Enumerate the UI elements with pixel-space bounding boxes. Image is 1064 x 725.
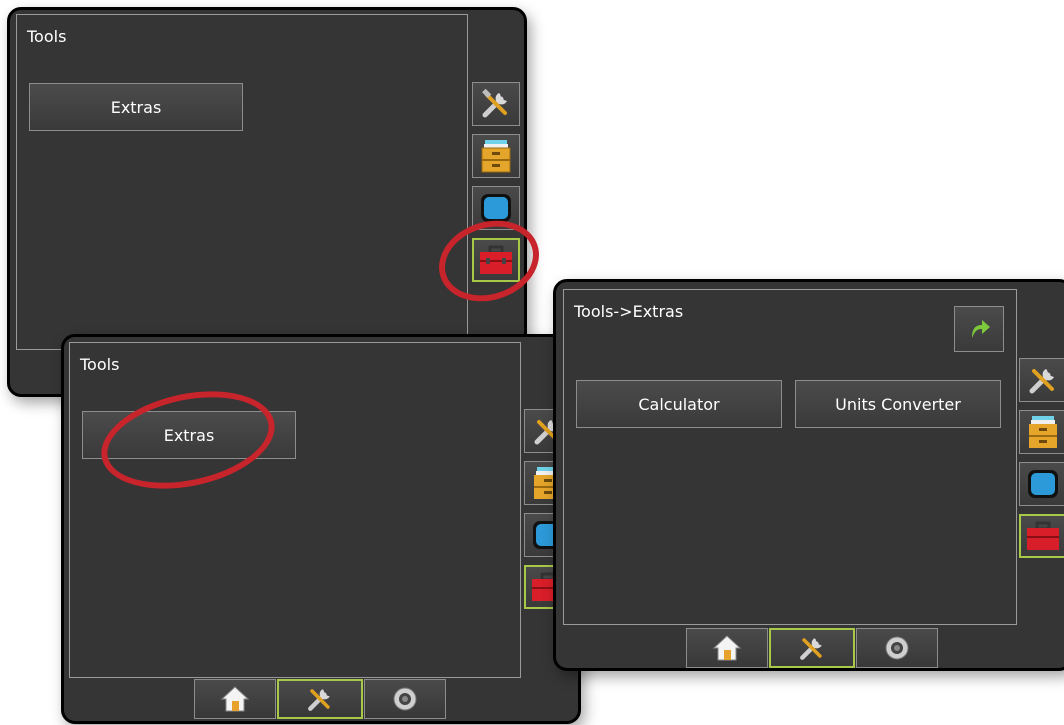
- tools-tab-button[interactable]: [472, 82, 520, 126]
- tab-tools[interactable]: [769, 628, 855, 668]
- page-title: Tools: [80, 355, 120, 374]
- main-panel: Tools Extras: [16, 14, 468, 350]
- page-title: Tools: [27, 27, 67, 46]
- calculator-button[interactable]: Calculator: [576, 380, 782, 428]
- toolbox-tab-button[interactable]: [1019, 514, 1064, 558]
- tab-home[interactable]: [686, 628, 768, 668]
- home-icon: [712, 635, 742, 661]
- tools-icon: [482, 88, 507, 118]
- tools-icon: [308, 689, 330, 711]
- main-panel: Tools->Extras Calculator Units Converter: [563, 289, 1017, 625]
- units-converter-button[interactable]: Units Converter: [795, 380, 1001, 428]
- data-tab-button[interactable]: [1019, 410, 1064, 454]
- tab-tools[interactable]: [277, 679, 363, 719]
- tab-camera[interactable]: [856, 628, 938, 668]
- tab-home[interactable]: [194, 679, 276, 719]
- home-icon: [220, 686, 250, 712]
- tools-screen-2: Tools Extras: [61, 334, 581, 724]
- display-tab-button[interactable]: [1019, 462, 1064, 506]
- extras-button[interactable]: Extras: [29, 83, 243, 131]
- monitor-icon: [481, 194, 511, 222]
- data-tab-button[interactable]: [472, 134, 520, 178]
- back-arrow-icon: [972, 320, 990, 338]
- extras-screen: Tools->Extras Calculator Units Converter: [553, 279, 1064, 671]
- camera-icon: [885, 636, 909, 660]
- tools-icon: [800, 638, 822, 660]
- toolbox-icon: [1027, 521, 1059, 550]
- back-button[interactable]: [954, 306, 1004, 352]
- tab-camera[interactable]: [364, 679, 446, 719]
- file-cabinet-icon: [481, 140, 511, 173]
- tools-tab-button[interactable]: [1019, 358, 1064, 402]
- file-cabinet-icon: [1029, 416, 1057, 448]
- monitor-icon: [1028, 470, 1058, 498]
- tools-icon: [1029, 369, 1054, 394]
- page-title: Tools->Extras: [574, 302, 684, 321]
- camera-icon: [393, 687, 417, 711]
- main-panel: Tools Extras: [69, 342, 521, 678]
